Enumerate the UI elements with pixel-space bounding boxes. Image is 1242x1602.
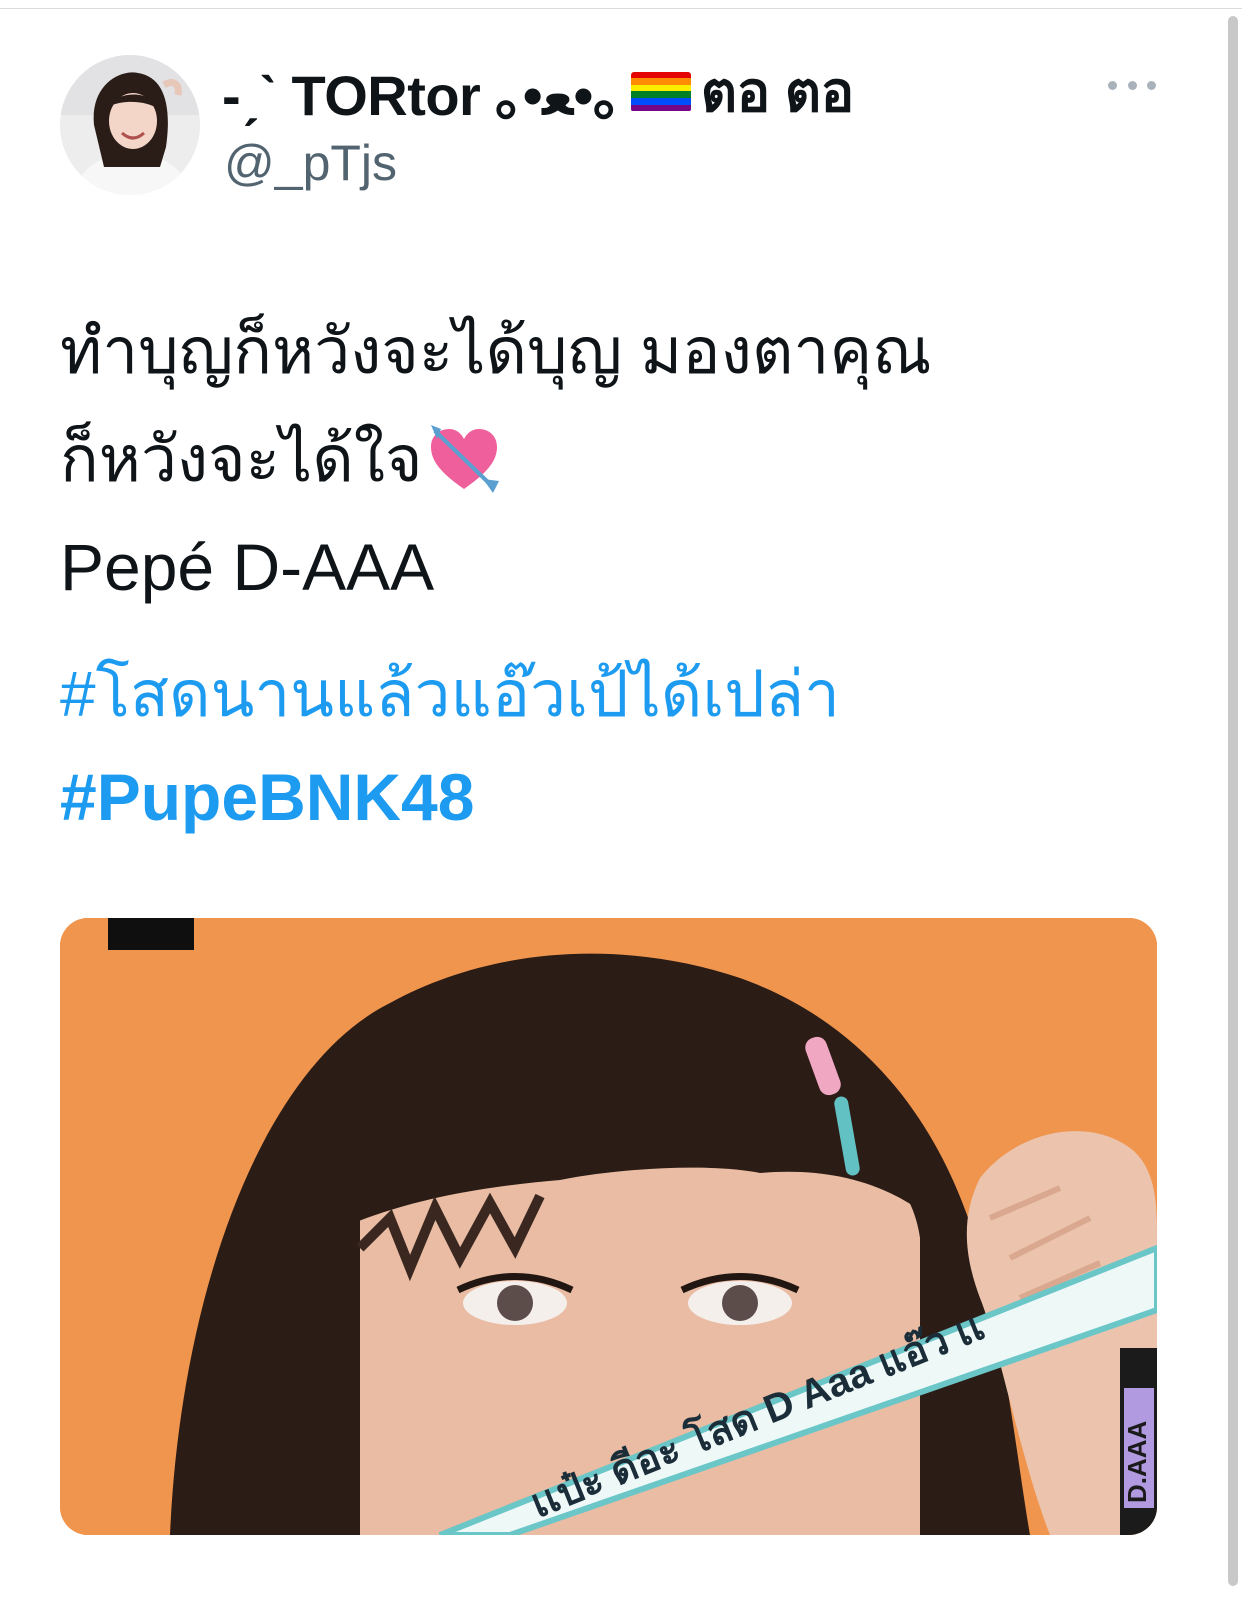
display-name-text: -ˏˋ TORtor ｡•ﻌ•｡ [222, 64, 621, 127]
top-divider [0, 0, 1242, 9]
tweet-text-line-content: ก็หวังจะได้ใจ [60, 423, 423, 495]
tweet-text-line: ก็หวังจะได้ใจ [60, 405, 1170, 513]
tweet-text-line: ทำบุญก็หวังจะได้บุญ มองตาคุณ [60, 315, 932, 387]
tweet-text: ทำบุญก็หวังจะได้บุญ มองตาคุณ ก็หวังจะได้… [60, 297, 1170, 513]
hashtag-link-thai[interactable]: #โสดนานแล้วแอ๊วเป้ได้เปล่า [60, 643, 840, 745]
tweet-card: -ˏˋ TORtor ｡•ﻌ•｡ ตอ ตอ @_pTjs ทำบุญก็หวั… [0, 9, 1220, 1602]
author-display-name[interactable]: -ˏˋ TORtor ｡•ﻌ•｡ ตอ ตอ [222, 47, 854, 136]
avatar[interactable] [60, 55, 200, 195]
display-name-suffix: ตอ ตอ [700, 60, 855, 123]
heart-with-arrow-icon [430, 425, 499, 493]
media-side-text: D.AAA [1122, 1420, 1152, 1503]
scrollbar[interactable] [1228, 16, 1238, 1586]
hashtag-link-pupebnk48[interactable]: #PupeBNK48 [60, 759, 474, 835]
author-handle[interactable]: @_pTjs [224, 134, 397, 192]
ellipsis-icon[interactable] [1108, 75, 1156, 95]
rainbow-flag-icon [630, 71, 691, 112]
tweet-subline: Pepé D-AAA [60, 530, 435, 604]
tweet-media-image[interactable]: เเป๋ะ ดีอะ โสด D Aaa แอ๊ว เเ D.AAA [60, 918, 1157, 1535]
